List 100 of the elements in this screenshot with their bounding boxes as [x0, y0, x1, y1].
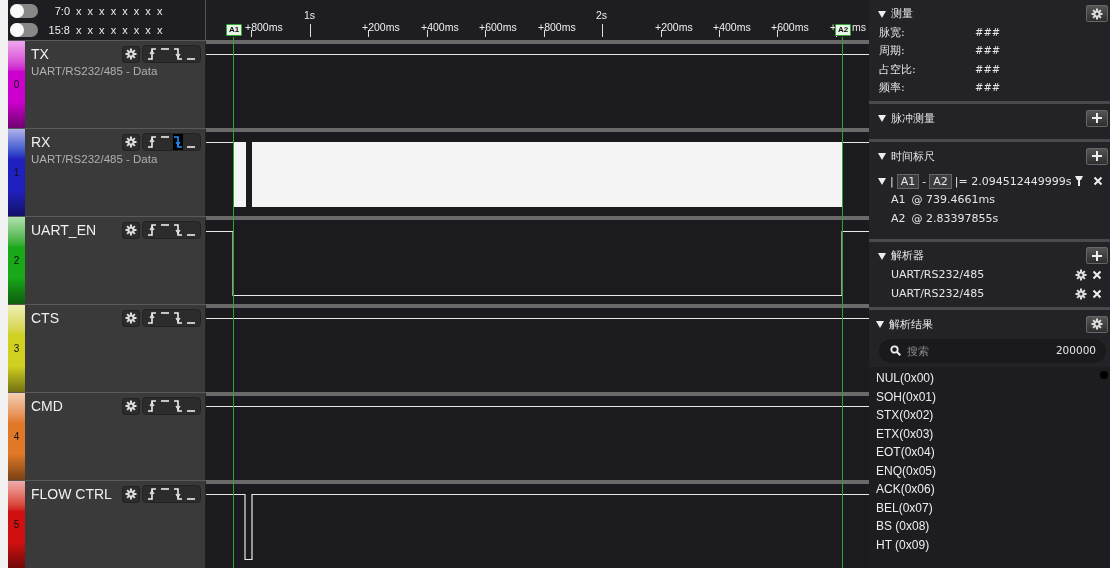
rising-edge-icon[interactable]: [147, 486, 157, 502]
time-label: +600ms: [771, 21, 809, 33]
result-item[interactable]: BEL(0x07): [876, 499, 1110, 518]
cursor-marker[interactable]: A1: [226, 24, 243, 36]
channel-number: 5: [13, 519, 20, 530]
settings-icon: [1091, 7, 1103, 20]
time-label: +200ms: [655, 21, 693, 33]
bit-values: x x x x x x x x: [76, 4, 163, 17]
falling-edge-icon[interactable]: [173, 310, 183, 326]
plus-icon: [1091, 249, 1103, 262]
cursor-name: A1: [891, 193, 906, 206]
minus-symbol: -: [922, 174, 927, 188]
bar-symbol: |: [890, 174, 894, 188]
cursor-marker[interactable]: A2: [835, 24, 852, 36]
collapse-icon[interactable]: [877, 113, 887, 123]
collapse-icon[interactable]: [877, 250, 887, 261]
collapse-icon[interactable]: [875, 319, 885, 329]
measurement-value: ###: [975, 82, 1001, 94]
search-icon: [890, 345, 901, 356]
falling-edge-icon[interactable]: [173, 222, 183, 238]
rising-edge-icon[interactable]: [147, 398, 157, 414]
add-button[interactable]: [1086, 147, 1108, 165]
close-icon[interactable]: [1093, 176, 1104, 186]
result-item[interactable]: HT (0x09): [876, 536, 1110, 555]
settings-icon: [125, 224, 137, 236]
measurement-label: 占空比:: [879, 61, 917, 77]
settings-icon: [1075, 269, 1087, 281]
channel-settings-button[interactable]: [122, 309, 140, 327]
result-item[interactable]: ETX(0x03): [876, 425, 1110, 444]
time-label: 1s: [304, 9, 316, 21]
time-label: +800ms: [245, 21, 283, 33]
measurement-value: ###: [975, 27, 1001, 39]
falling-edge-icon[interactable]: [173, 486, 183, 502]
time-label: ms: [852, 21, 866, 33]
result-item[interactable]: STX(0x02): [876, 407, 1110, 426]
channel-settings-button[interactable]: [122, 397, 140, 415]
add-button[interactable]: [1086, 247, 1108, 265]
scroll-handle[interactable]: [1100, 371, 1108, 379]
result-item[interactable]: ACK(0x06): [876, 481, 1110, 500]
cursor-select-button[interactable]: A2: [929, 173, 952, 189]
section-title: 脉冲测量: [891, 110, 936, 126]
close-icon[interactable]: [1092, 288, 1102, 299]
bit-range-label: 15:8: [47, 23, 70, 36]
time-label: +400ms: [421, 21, 459, 33]
bit-values: x x x x x x x x: [76, 23, 163, 36]
cursor-time: @ 739.4661ms: [911, 193, 995, 206]
measurement-value: ###: [975, 63, 1001, 75]
time-label: +400ms: [713, 21, 751, 33]
decoder-name: UART/RS232/485: [891, 287, 986, 301]
settings-button[interactable]: [1086, 315, 1108, 333]
time-label: +800ms: [538, 21, 576, 33]
result-count: 200000: [1055, 344, 1096, 356]
toggle-switch[interactable]: [10, 22, 38, 37]
result-item[interactable]: EOT(0x04): [876, 444, 1110, 463]
channel-number: 2: [13, 255, 20, 266]
settings-icon: [125, 400, 137, 412]
channel-number: 1: [13, 167, 20, 178]
time-label: 2s: [596, 9, 608, 21]
cursor-time: @ 2.83397855s: [911, 212, 999, 225]
collapse-icon[interactable]: [877, 151, 887, 161]
rising-edge-icon[interactable]: [147, 222, 157, 238]
settings-icon: [125, 488, 137, 500]
toggle-switch[interactable]: [10, 3, 38, 18]
section-title: 解析结果: [889, 316, 934, 332]
time-difference: |= 2.094512449999s: [954, 174, 1072, 188]
falling-edge-icon[interactable]: [173, 398, 183, 414]
channel-settings-button[interactable]: [122, 45, 140, 63]
rising-edge-icon[interactable]: [147, 310, 157, 326]
settings-icon: [125, 48, 137, 60]
channel-settings-button[interactable]: [122, 133, 140, 151]
time-label: +600ms: [479, 21, 517, 33]
measurement-value: ###: [975, 45, 1001, 57]
rising-edge-icon[interactable]: [147, 134, 157, 150]
channel-number: 4: [13, 431, 20, 442]
rising-edge-icon[interactable]: [147, 46, 157, 62]
falling-edge-icon[interactable]: [173, 134, 183, 150]
time-label: +200ms: [362, 21, 400, 33]
result-item[interactable]: BS (0x08): [876, 518, 1110, 537]
channel-number: 3: [13, 343, 20, 354]
falling-edge-icon[interactable]: [173, 46, 183, 62]
result-item[interactable]: ENQ(0x05): [876, 462, 1110, 481]
channel-name: CMD: [31, 398, 64, 414]
plus-icon: [1091, 112, 1103, 124]
plus-icon: [1091, 150, 1103, 162]
section-title: 解析器: [891, 248, 925, 264]
channel-name: RX: [31, 134, 52, 150]
measurement-label: 周期:: [879, 43, 906, 59]
cursor-select-button[interactable]: A1: [896, 173, 920, 189]
channel-settings-button[interactable]: [122, 221, 140, 239]
measurement-label: 脉宽:: [879, 25, 906, 41]
decoder-label: UART/RS232/485 - Data: [31, 153, 159, 165]
close-icon[interactable]: [1092, 270, 1102, 280]
settings-button[interactable]: [1086, 5, 1108, 23]
decoder-name: UART/RS232/485: [891, 268, 986, 282]
channel-settings-button[interactable]: [122, 485, 140, 503]
collapse-icon[interactable]: [877, 8, 887, 19]
collapse-icon[interactable]: [877, 176, 887, 186]
add-button[interactable]: [1086, 109, 1108, 127]
result-item[interactable]: NUL(0x00): [876, 370, 1110, 389]
result-item[interactable]: SOH(0x01): [876, 388, 1110, 407]
